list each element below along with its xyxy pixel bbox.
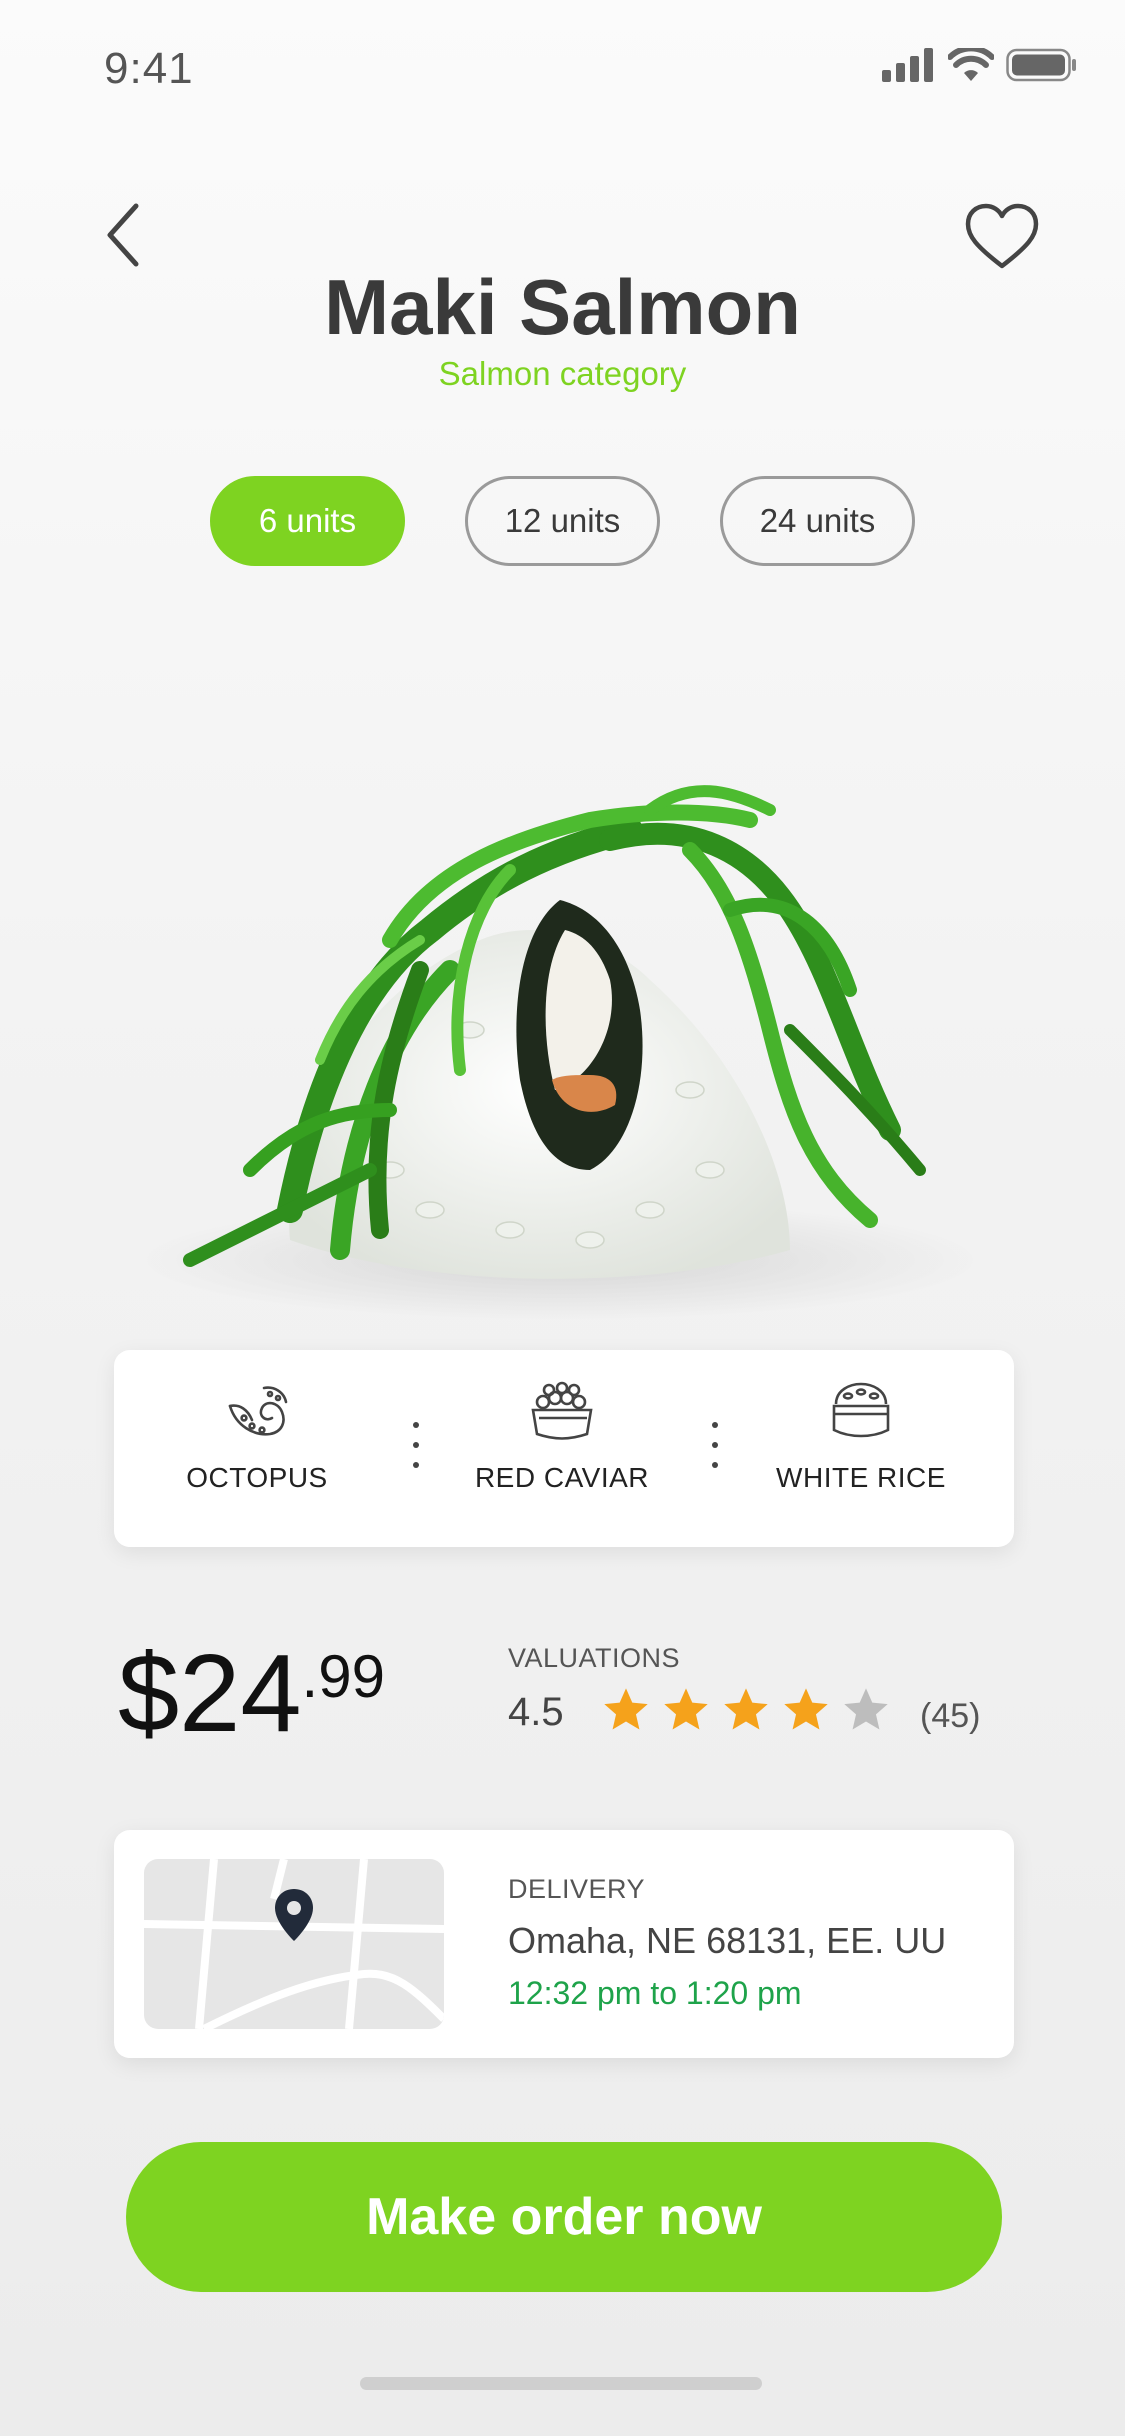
home-indicator [360,2377,762,2390]
valuations-label: VALUATIONS [508,1643,681,1673]
rating-count: (45) [920,1697,981,1735]
map-thumbnail[interactable] [144,1859,444,2029]
star-empty-icon [844,1688,888,1730]
delivery-time-window: 12:32 pm to 1:20 pm [508,1975,802,2011]
unit-option-12[interactable]: 12 units [465,476,660,566]
ingredient-octopus: OCTOPUS [137,1350,377,1547]
delivery-address: Omaha, NE 68131, EE. UU [508,1920,947,1961]
ingredients-card: OCTOPUS RED CAVIAR WHITE RICE [114,1350,1014,1547]
category-subtitle: Salmon category [438,355,687,392]
price-cents: .99 [301,1643,385,1710]
map-streets [144,1859,444,2029]
ingredient-red-caviar: RED CAVIAR [442,1350,682,1547]
make-order-button[interactable]: Make order now [126,2142,1002,2292]
red-caviar-icon [531,1381,593,1440]
location-pin-icon [275,1889,313,1941]
product-image [140,785,980,1320]
battery-icon [1006,48,1076,82]
star-filled-icon [664,1688,708,1730]
status-time: 9:41 [104,44,194,93]
rating-value: 4.5 [508,1690,564,1734]
ingredient-label: WHITE RICE [776,1462,946,1493]
ingredient-white-rice: WHITE RICE [741,1350,981,1547]
delivery-label: DELIVERY [508,1874,646,1904]
separator-dots [712,1422,720,1482]
octopus-icon [228,1386,288,1436]
white-rice-icon [832,1382,890,1438]
price: $24.99 [118,1630,385,1757]
ingredient-label: OCTOPUS [186,1462,328,1493]
star-filled-icon [784,1688,828,1730]
unit-option-6[interactable]: 6 units [210,476,405,566]
unit-option-24[interactable]: 24 units [720,476,915,566]
wifi-icon [948,48,994,81]
separator-dots [413,1422,421,1482]
star-filled-icon [604,1688,648,1730]
status-icons [882,48,1078,82]
ingredient-label: RED CAVIAR [474,1462,650,1493]
delivery-card[interactable]: DELIVERY Omaha, NE 68131, EE. UU 12:32 p… [114,1830,1014,2058]
star-rating [600,1684,892,1736]
price-main: $24 [118,1632,302,1755]
cellular-signal-icon [882,48,933,82]
star-filled-icon [724,1688,768,1730]
page-title: Maki Salmon [324,263,801,351]
